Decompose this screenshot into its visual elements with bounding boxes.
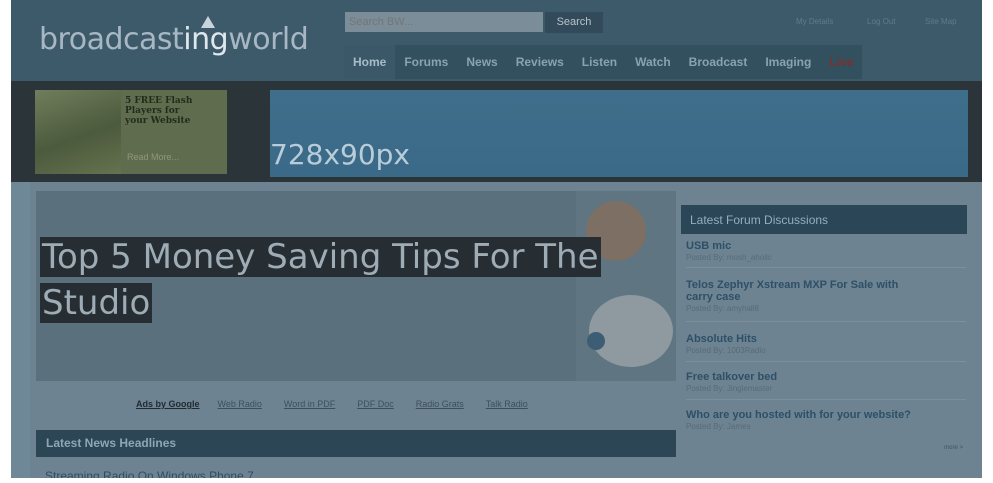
forum-post[interactable]: Telos Zephyr Xstream MXP For Sale with c… — [686, 279, 898, 314]
site-logo[interactable]: broadcastingworld — [39, 22, 309, 57]
divider — [686, 361, 966, 362]
ad-link[interactable]: PDF Doc — [357, 399, 394, 409]
forum-post-title[interactable]: USB mic — [686, 240, 772, 252]
divider — [686, 321, 966, 322]
forum-post-title[interactable]: Absolute Hits — [686, 333, 766, 345]
featured-story[interactable]: Top 5 Money Saving Tips For The Studio — [36, 191, 676, 381]
forum-post-author: Posted By: mosh_aholic — [686, 253, 772, 262]
flash-players-promo[interactable]: 5 FREE Flash Players for your Website Re… — [35, 90, 227, 174]
forum-post[interactable]: Free talkover bed Posted By: Jinglemaste… — [686, 371, 777, 394]
my-details-link[interactable]: My Details — [796, 17, 833, 26]
promo-thumbnail — [35, 90, 121, 174]
google-ads-row: Ads by Google Web Radio Word in PDF PDF … — [136, 399, 550, 409]
divider — [686, 267, 966, 268]
latest-news-header: Latest News Headlines — [36, 430, 676, 457]
forum-post-title[interactable]: Telos Zephyr Xstream MXP For Sale with — [686, 279, 898, 291]
latest-news-heading: Latest News Headlines — [46, 436, 177, 450]
site-map-link[interactable]: Site Map — [925, 17, 957, 26]
forum-post-title-cont[interactable]: carry case — [686, 291, 898, 303]
nav-home[interactable]: Home — [344, 45, 396, 79]
divider — [686, 399, 966, 400]
nav-reviews[interactable]: Reviews — [507, 45, 573, 79]
ad-link[interactable]: Web Radio — [218, 399, 262, 409]
nav-broadcast[interactable]: Broadcast — [680, 45, 757, 79]
ad-link[interactable]: Talk Radio — [486, 399, 528, 409]
nav-imaging[interactable]: Imaging — [756, 45, 820, 79]
search-button[interactable]: Search — [545, 12, 603, 33]
search-input[interactable] — [345, 12, 543, 32]
forum-post[interactable]: Absolute Hits Posted By: 1003Radio — [686, 333, 766, 356]
forum-post[interactable]: Who are you hosted with for your website… — [686, 409, 911, 432]
forum-post-author: Posted By: Jinglemaster — [686, 384, 773, 393]
main-content: Top 5 Money Saving Tips For The Studio A… — [30, 182, 982, 478]
forum-discussions-panel: Latest Forum Discussions USB mic Posted … — [681, 205, 967, 477]
nav-live[interactable]: Live — [820, 45, 862, 79]
nav-news[interactable]: News — [457, 45, 506, 79]
log-out-link[interactable]: Log Out — [867, 17, 895, 26]
forum-post-author: Posted By: James — [686, 422, 751, 431]
nav-watch[interactable]: Watch — [626, 45, 680, 79]
main-nav: Home Forums News Reviews Listen Watch Br… — [344, 45, 863, 79]
leaderboard-ad[interactable]: 728x90px — [270, 90, 968, 177]
forum-post-author: Posted By: amyhall8 — [686, 304, 759, 313]
banner-strip: 5 FREE Flash Players for your Website Re… — [11, 81, 982, 182]
forum-panel-heading: Latest Forum Discussions — [690, 213, 829, 227]
forum-panel-header: Latest Forum Discussions — [681, 205, 967, 234]
more-forum-link[interactable]: more > — [944, 445, 963, 451]
forum-post-title[interactable]: Who are you hosted with for your website… — [686, 409, 911, 421]
nav-listen[interactable]: Listen — [573, 45, 626, 79]
antenna-icon — [201, 16, 215, 28]
ad-link[interactable]: Word in PDF — [284, 399, 335, 409]
forum-post-author: Posted By: 1003Radio — [686, 346, 766, 355]
page-frame: broadcastingworld Search My Details Log … — [11, 0, 982, 478]
promo-headline: 5 FREE Flash Players for your Website — [125, 96, 193, 126]
ads-by-google-link[interactable]: Ads by Google — [136, 399, 200, 409]
site-header: broadcastingworld Search My Details Log … — [11, 0, 982, 81]
news-headline-link[interactable]: Streaming Radio On Windows Phone 7 — [45, 469, 254, 478]
nav-forums[interactable]: Forums — [395, 45, 457, 79]
ad-size-label: 728x90px — [270, 138, 410, 171]
forum-post-title[interactable]: Free talkover bed — [686, 371, 777, 383]
ad-link[interactable]: Radio Grats — [416, 399, 464, 409]
featured-story-title[interactable]: Top 5 Money Saving Tips For The Studio — [40, 234, 601, 326]
forum-post[interactable]: USB mic Posted By: mosh_aholic — [686, 240, 772, 263]
promo-read-more-link[interactable]: Read More... — [127, 152, 179, 162]
